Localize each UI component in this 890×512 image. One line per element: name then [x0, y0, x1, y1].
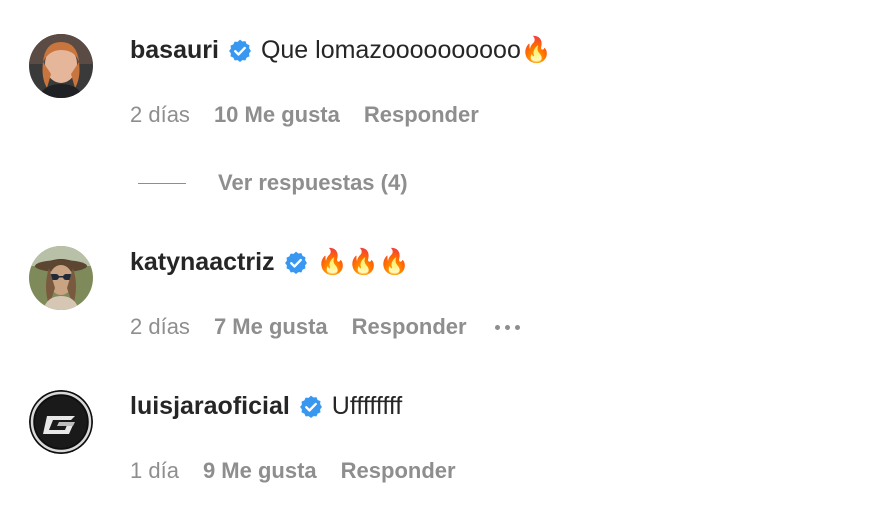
avatar[interactable] [29, 246, 93, 310]
likes-count[interactable]: 7 Me gusta [214, 314, 328, 340]
comment-text: Uffffffff [331, 392, 403, 420]
reply-button[interactable]: Responder [341, 458, 456, 484]
divider-line [138, 182, 186, 184]
comment-time[interactable]: 2 días [130, 102, 190, 128]
likes-count[interactable]: 9 Me gusta [203, 458, 317, 484]
more-options-icon[interactable] [494, 317, 520, 337]
comment-header: basauri Que lomazoooooooooo🔥 [130, 36, 552, 65]
comment-text: 🔥🔥🔥 [316, 248, 410, 276]
comment-header: katynaactriz 🔥🔥🔥 [130, 248, 410, 277]
username[interactable]: basauri [130, 36, 219, 65]
reply-button[interactable]: Responder [352, 314, 467, 340]
avatar[interactable] [29, 390, 93, 454]
reply-button[interactable]: Responder [364, 102, 479, 128]
avatar-image [29, 34, 93, 98]
view-replies-label: Ver respuestas (4) [218, 170, 408, 195]
view-replies-button[interactable]: Ver respuestas (4) [138, 170, 408, 196]
comment-actions: 2 días 10 Me gusta Responder [130, 102, 507, 128]
comment-actions: 1 día 9 Me gusta Responder [130, 458, 484, 484]
verified-badge-icon [227, 38, 253, 64]
avatar-image [29, 246, 93, 310]
comment-actions: 2 días 7 Me gusta Responder [130, 314, 520, 340]
avatar-image [29, 390, 93, 454]
verified-badge-icon [283, 250, 309, 276]
comment-time[interactable]: 2 días [130, 314, 190, 340]
verified-badge-icon [298, 394, 324, 420]
username[interactable]: luisjaraoficial [130, 392, 290, 421]
avatar[interactable] [29, 34, 93, 98]
username[interactable]: katynaactriz [130, 248, 275, 277]
comment-time[interactable]: 1 día [130, 458, 179, 484]
likes-count[interactable]: 10 Me gusta [214, 102, 340, 128]
comment-header: luisjaraoficial Uffffffff [130, 392, 402, 421]
comment-text: Que lomazoooooooooo🔥 [260, 36, 552, 64]
